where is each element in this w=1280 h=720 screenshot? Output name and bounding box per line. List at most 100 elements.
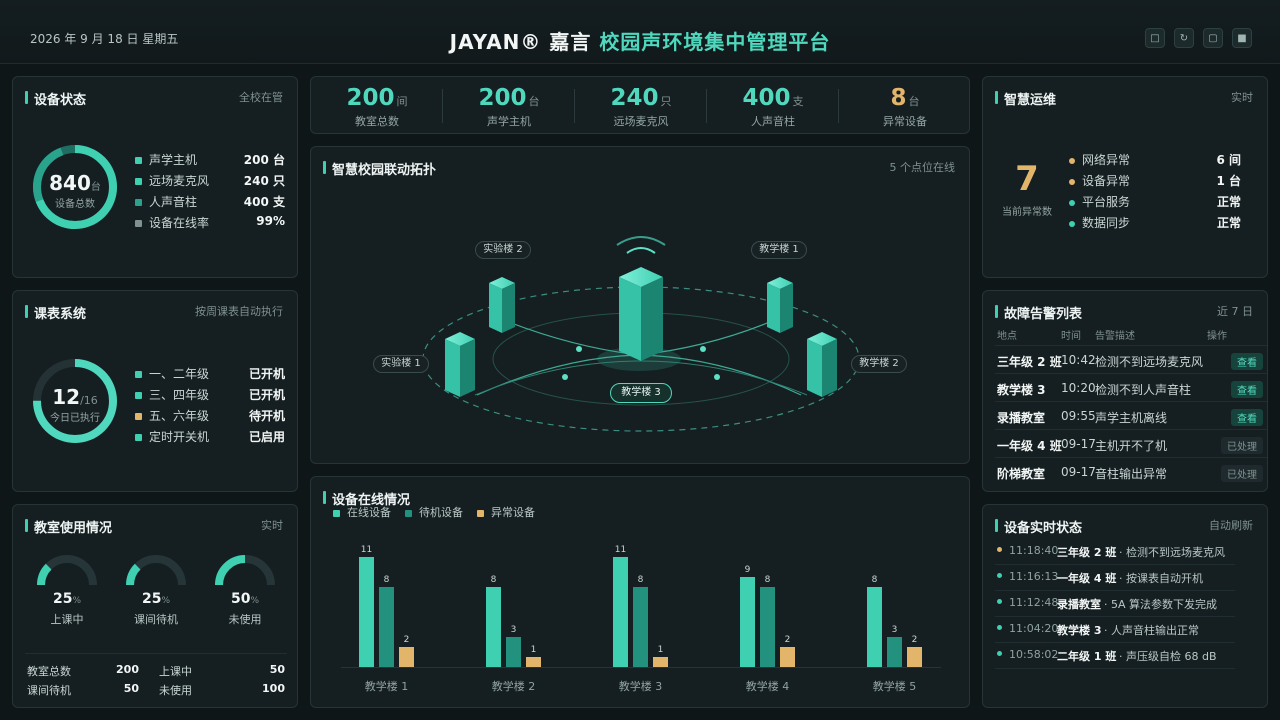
alarm-desc: 主机开不了机 — [1095, 439, 1168, 453]
bar[interactable] — [399, 647, 414, 667]
device-status-row: 人声音柱 400 支 — [135, 193, 285, 210]
device-status-label: 设备在线率 — [149, 216, 210, 230]
gauge-value: 50% — [205, 591, 285, 607]
usage-summary-label: 上课中 — [159, 665, 192, 678]
event-message: · 按课表自动开机 — [1119, 572, 1203, 585]
list-item: 11:16:13 一年级 4 班 · 按课表自动开机 — [995, 565, 1235, 591]
refresh-icon[interactable]: ↻ — [1174, 28, 1194, 48]
schedule-value: 待开机 — [248, 409, 285, 423]
event-place: 三年级 2 班 — [1057, 546, 1117, 559]
device-status-sub: 全校在管 — [239, 91, 283, 104]
schedule-value: 已开机 — [248, 367, 285, 381]
usage-summary-row: 上课中 50 — [159, 663, 285, 679]
classroom-usage-sub: 实时 — [261, 519, 283, 532]
status-dot-icon — [135, 413, 142, 420]
bar[interactable] — [740, 577, 755, 667]
event-message: · 5A 算法参数下发完成 — [1104, 598, 1218, 611]
node-teach1[interactable]: 教学楼 1 — [751, 241, 807, 259]
node-teach2[interactable]: 教学楼 2 — [851, 355, 907, 373]
usage-gauge: 25% 课间待机 — [116, 551, 196, 631]
alarm-desc: 音柱输出异常 — [1095, 467, 1168, 481]
stat-card: 240 只远场麦克风 — [575, 77, 707, 135]
view-button[interactable]: 查看 — [1231, 353, 1263, 370]
usage-summary-label: 未使用 — [159, 684, 192, 697]
schedule-label: 五、六年级 — [149, 409, 210, 423]
event-place: 一年级 4 班 — [1057, 572, 1117, 585]
bar[interactable] — [780, 647, 795, 667]
stat-value: 200 — [478, 85, 527, 111]
bar-data-label: 2 — [785, 635, 791, 645]
bar[interactable] — [359, 557, 374, 667]
status-dot-icon — [997, 599, 1002, 604]
schedule-row: 五、六年级 待开机 — [135, 407, 285, 424]
status-dot-icon — [997, 573, 1002, 578]
ops-value: 正常 — [1216, 216, 1241, 230]
schedule-row: 定时开关机 已启用 — [135, 428, 285, 445]
gauge-number: 25 — [52, 591, 73, 607]
stat-number: 8台 — [839, 85, 971, 111]
ops-label: 平台服务 — [1082, 195, 1131, 209]
schedule-progress: 12/16 今日已执行 — [31, 385, 119, 424]
bar[interactable] — [760, 587, 775, 667]
alarm-panel: 故障告警列表 近 7 日 地点 时间 告警描述 操作 三年级 2 班 10:42 检… — [982, 290, 1268, 492]
usage-summary-value: 50 — [123, 682, 139, 695]
bar-data-label: 11 — [615, 545, 626, 555]
bar[interactable] — [526, 657, 541, 667]
device-status-label: 人声音柱 — [149, 195, 198, 209]
alarm-title: 故障告警列表 — [995, 303, 1082, 322]
window-icon[interactable]: ▢ — [1203, 28, 1223, 48]
table-row: 一年级 4 班 09-17 主机开不了机 已处理 — [995, 429, 1267, 457]
bar[interactable] — [907, 647, 922, 667]
ops-row: 设备异常 1 台 — [1069, 172, 1241, 189]
bar[interactable] — [887, 637, 902, 667]
node-teach3[interactable]: 教学楼 3 — [610, 383, 672, 403]
stat-value: 200 — [346, 85, 395, 111]
node-lab1[interactable]: 实验楼 1 — [373, 355, 429, 373]
bar[interactable] — [653, 657, 668, 667]
ops-count-label: 当前异常数 — [1002, 207, 1052, 218]
stat-label: 远场麦克风 — [613, 115, 669, 128]
alarm-col-desc: 告警描述 — [1095, 331, 1135, 342]
stat-label: 异常设备 — [883, 115, 927, 128]
fullscreen-icon[interactable]: ■ — [1232, 28, 1252, 48]
status-dot-icon — [135, 178, 142, 185]
realtime-title: 设备实时状态 — [995, 517, 1082, 536]
schedule-sub: 按周课表自动执行 — [195, 305, 283, 318]
device-status-value: 99% — [256, 214, 285, 228]
bar[interactable] — [613, 557, 628, 667]
bar[interactable] — [379, 587, 394, 667]
bar-data-label: 11 — [361, 545, 372, 555]
square-icon[interactable]: □ — [1145, 28, 1165, 48]
device-total-unit: 台 — [90, 182, 101, 193]
x-tick-label: 教学楼 4 — [746, 679, 790, 693]
ops-label: 网络异常 — [1082, 153, 1131, 167]
device-status-label: 远场麦克风 — [149, 174, 210, 188]
view-button[interactable]: 查看 — [1231, 409, 1263, 426]
node-lab2[interactable]: 实验楼 2 — [475, 241, 531, 259]
gauge-number: 25 — [141, 591, 162, 607]
status-dot-icon — [1069, 178, 1075, 185]
stat-number: 240 只 — [575, 85, 707, 111]
bar-data-label: 9 — [745, 565, 751, 575]
view-button[interactable]: 查看 — [1231, 381, 1263, 398]
event-time: 11:04:20 — [1009, 622, 1059, 635]
ops-row: 平台服务 正常 — [1069, 193, 1241, 210]
bar-data-label: 8 — [765, 575, 771, 585]
bar[interactable] — [506, 637, 521, 667]
bar[interactable] — [633, 587, 648, 667]
usage-gauge: 25% 上课中 — [27, 551, 107, 631]
bar[interactable] — [867, 587, 882, 667]
ops-value: 1 台 — [1216, 174, 1241, 188]
gauge-label: 上课中 — [50, 613, 84, 626]
ops-value: 正常 — [1216, 195, 1241, 209]
alarm-time: 09-17 — [1061, 437, 1096, 451]
ops-label: 设备异常 — [1082, 174, 1131, 188]
bar[interactable] — [486, 587, 501, 667]
gauge-label: 未使用 — [228, 613, 262, 626]
gauge-arc — [215, 555, 275, 586]
stat-unit: 台 — [908, 95, 920, 108]
stat-value: 400 — [742, 85, 791, 111]
alarm-sub: 近 7 日 — [1217, 305, 1253, 318]
schedule-row: 三、四年级 已开机 — [135, 386, 285, 403]
stat-unit: 支 — [792, 95, 804, 108]
